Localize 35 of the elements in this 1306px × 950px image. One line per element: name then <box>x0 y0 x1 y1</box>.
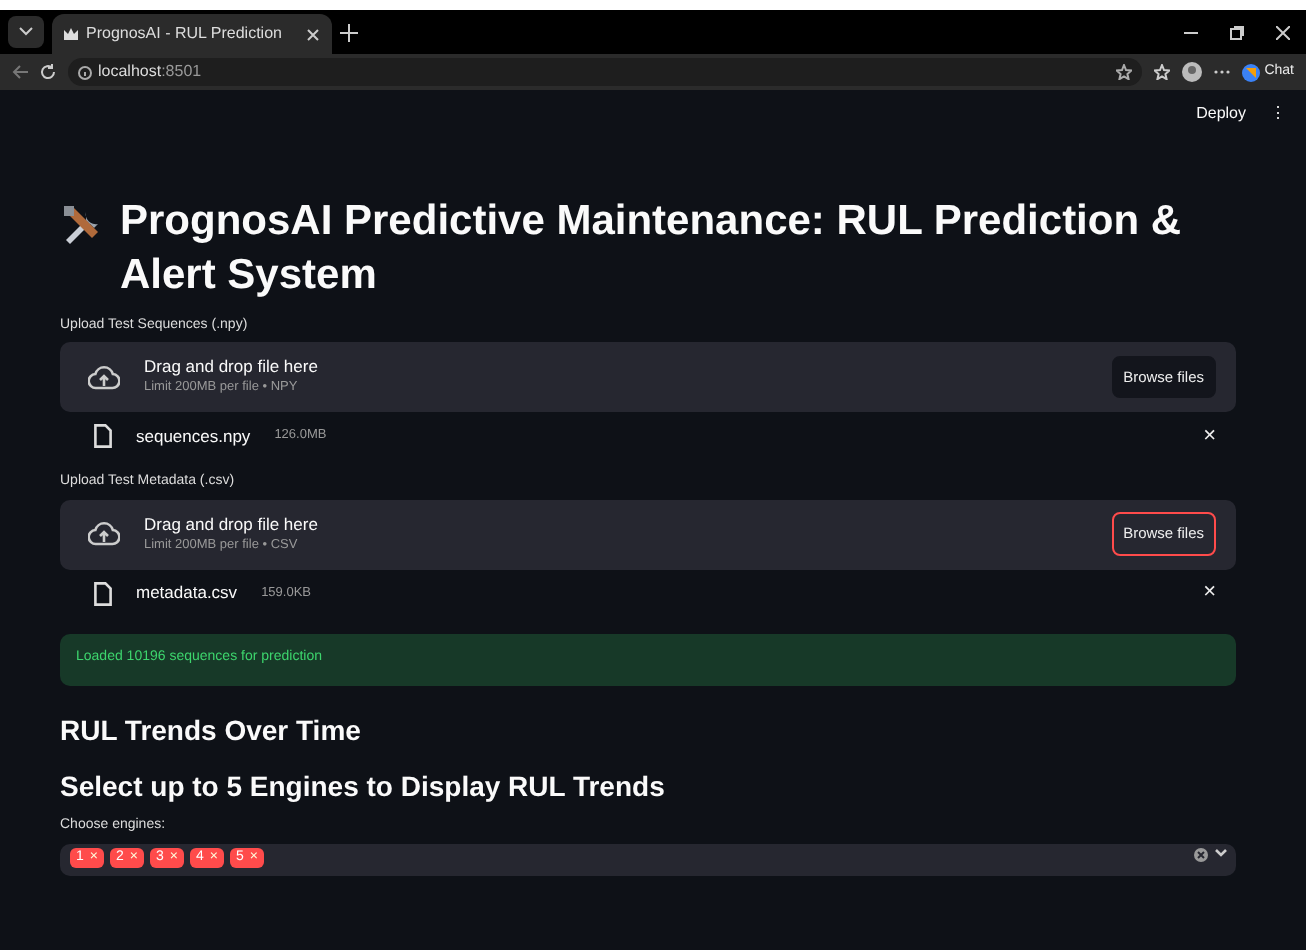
chevron-down-icon <box>18 26 34 38</box>
url-text: localhost:8501 <box>98 60 202 84</box>
chevron-down-icon[interactable] <box>1214 847 1228 858</box>
tab-list-button[interactable] <box>8 16 44 48</box>
file-name: sequences.npy <box>136 423 251 449</box>
dropzone-text: Drag and drop file here <box>144 513 320 536</box>
address-field[interactable]: localhost:8501 <box>68 58 1143 86</box>
reload-icon[interactable] <box>40 64 56 80</box>
favorites-icon[interactable] <box>1154 64 1171 80</box>
dropzone-text: Drag and drop file here <box>144 356 320 379</box>
file-icon <box>94 424 112 449</box>
back-icon[interactable] <box>12 64 28 80</box>
close-icon[interactable] <box>1276 25 1290 39</box>
menu-button[interactable]: ⋮ <box>1270 102 1286 126</box>
page-title: PrognosAI Predictive Maintenance: RUL Prediction & Alert System <box>120 196 1184 303</box>
new-tab-icon[interactable] <box>340 23 358 41</box>
file-name: metadata.csv <box>136 580 238 606</box>
crown-icon <box>64 28 78 40</box>
cloud-upload-icon <box>88 365 120 390</box>
restore-icon[interactable] <box>1230 25 1244 39</box>
info-icon <box>78 65 92 79</box>
browser-tab[interactable]: PrognosAI - RUL Prediction <box>52 14 332 54</box>
more-icon[interactable] <box>1214 68 1231 76</box>
deploy-button[interactable]: Deploy <box>1196 102 1246 126</box>
profile-icon[interactable] <box>1182 62 1203 82</box>
star-icon[interactable] <box>1116 64 1133 80</box>
remove-file-button[interactable]: × <box>1203 419 1216 453</box>
remove-file-button[interactable]: × <box>1203 576 1216 610</box>
clear-icon[interactable] <box>1194 847 1208 862</box>
cloud-upload-icon <box>88 522 120 547</box>
close-icon[interactable] <box>306 27 320 41</box>
section-heading: RUL Trends Over Time <box>60 713 363 747</box>
section-heading: Select up to 5 Engines to Display RUL Trends <box>60 770 667 805</box>
file-icon <box>94 581 112 606</box>
tab-title: PrognosAI - RUL Prediction <box>86 22 284 46</box>
